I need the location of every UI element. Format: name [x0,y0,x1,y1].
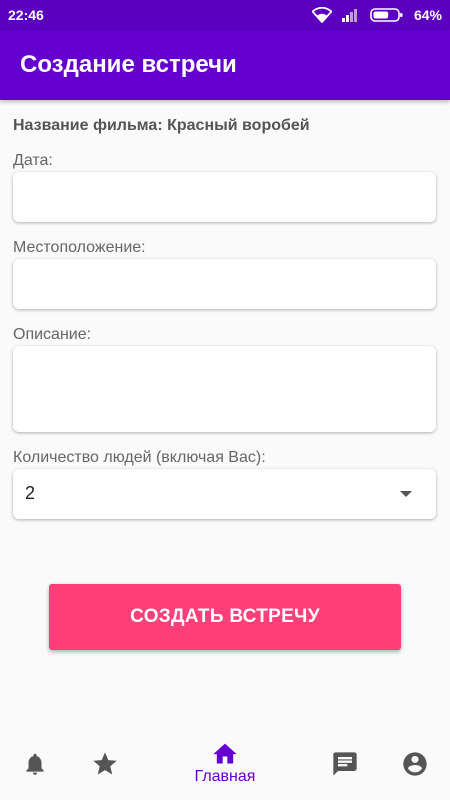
people-count-value: 2 [25,483,36,503]
battery-icon [370,7,404,23]
location-label: Местоположение: [13,239,146,256]
nav-profile[interactable] [401,750,429,800]
account-icon [401,750,429,778]
wifi-icon [311,7,332,23]
description-field[interactable] [13,346,436,432]
movie-title: Название фильма: Красный воробей [13,117,310,134]
date-field[interactable] [13,172,436,222]
bell-icon [22,750,48,778]
star-icon [91,750,119,778]
date-label: Дата: [13,152,53,169]
chat-icon [331,750,359,778]
bottom-navigation: Главная [0,730,450,800]
people-count-select[interactable]: 2 [13,469,436,519]
create-meeting-button[interactable]: СОЗДАТЬ ВСТРЕЧУ [49,584,401,650]
home-icon [211,740,239,766]
page-title: Создание встречи [20,51,237,78]
description-label: Описание: [13,326,92,343]
status-bar: 22:46 64% [0,0,450,30]
nav-notifications[interactable] [22,750,48,800]
people-count-label: Количество людей (включая Вас): [13,449,266,466]
app-bar: Создание встречи [0,30,450,100]
status-icons: 64% [311,7,442,23]
nav-home-label: Главная [194,768,256,785]
location-field[interactable] [13,259,436,309]
status-time: 22:46 [8,7,44,23]
nav-favorites[interactable] [91,750,119,800]
nav-home[interactable]: Главная [190,740,260,800]
dropdown-arrow-icon [400,491,412,497]
signal-icon [341,8,360,22]
nav-messages[interactable] [331,750,359,800]
battery-percent: 64% [413,7,442,23]
